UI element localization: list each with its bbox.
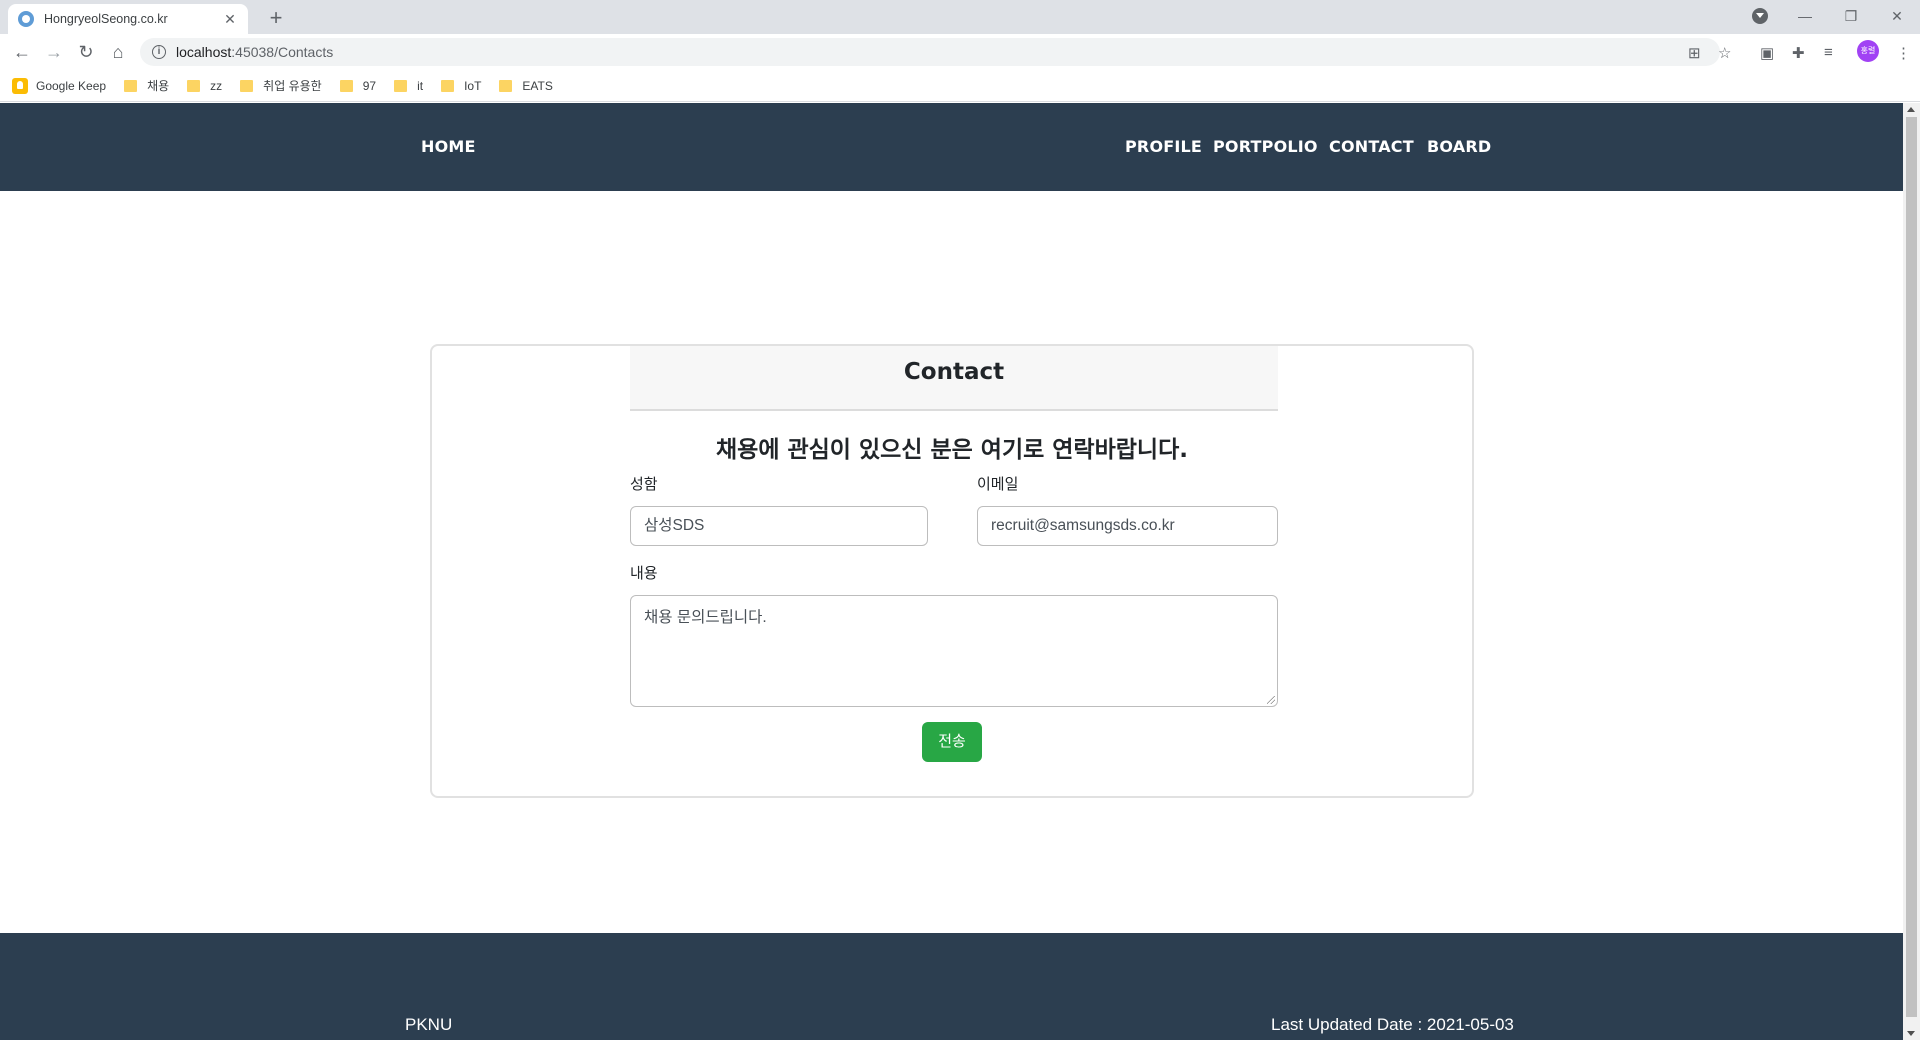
contact-card: Contact 채용에 관심이 있으신 분은 여기로 연락바랍니다. 성함 삼성… [430,344,1474,798]
site-footer: PKNU Last Updated Date : 2021-05-03 [0,933,1903,1040]
bookmark-label: 취업 유용한 [263,79,322,93]
close-tab-icon[interactable]: ✕ [222,11,238,28]
bookmark-folder[interactable]: 채용 [124,77,169,94]
bookmark-label: 채용 [147,79,170,93]
url-text: localhost:45038/Contacts [176,44,333,60]
restore-icon[interactable]: ❐ [1828,0,1874,32]
url-host: localhost [176,44,232,60]
minimize-icon[interactable]: — [1782,0,1828,32]
menu-dots-icon[interactable]: ⋮ [1896,44,1911,62]
bookmark-label: IoT [464,78,482,93]
extension-off-icon[interactable]: ▣ [1760,44,1774,62]
bookmark-star-icon[interactable]: ☆ [1718,44,1731,62]
bookmark-label: it [417,78,424,93]
info-icon[interactable]: i [152,45,166,59]
bookmark-label: 97 [362,78,377,93]
nav-portfolio-link[interactable]: PORTPOLIO [1213,137,1318,156]
translate-icon[interactable]: ⊞ [1688,44,1701,62]
reload-icon[interactable]: ↻ [72,38,100,66]
bookmark-google-keep[interactable]: Google Keep [12,77,107,94]
footer-updated-date: Last Updated Date : 2021-05-03 [1271,1015,1514,1034]
reading-list-icon[interactable]: ≡ [1824,44,1833,61]
footer-left-text: PKNU [405,1015,453,1034]
bookmark-label: zz [210,78,223,93]
nav-home-link[interactable]: HOME [421,137,476,156]
globe-icon [18,11,34,27]
nav-board-link[interactable]: BOARD [1427,137,1491,156]
google-keep-icon [12,77,28,94]
avatar[interactable]: 홍렬 [1857,40,1879,62]
folder-icon [240,79,254,92]
contact-title: Contact [903,359,1005,385]
submit-button[interactable]: 전송 [922,722,982,762]
nav-profile-link[interactable]: PROFILE [1125,137,1202,156]
email-field[interactable]: recruit@samsungsds.co.kr [977,506,1278,546]
browser-tab[interactable]: HongryeolSeong.co.kr ✕ [8,4,248,34]
back-icon[interactable]: ← [8,38,36,66]
site-navbar: HOME PROFILE PORTPOLIO CONTACT BOARD [0,103,1903,191]
url-path: :45038/Contacts [231,44,334,60]
browser-tabstrip: HongryeolSeong.co.kr ✕ + — ❐ ✕ [0,0,1920,34]
bookmark-folder[interactable]: zz [187,79,222,93]
name-label: 성함 [630,476,658,493]
folder-icon [187,79,201,92]
bookmark-folder[interactable]: EATS [499,78,553,93]
content-textarea[interactable]: 채용 문의드립니다. [630,595,1278,707]
bookmarks-bar: Google Keep 채용 zz 취업 유용한 97 it IoT EATS [0,70,1920,102]
tab-search-icon[interactable] [1752,8,1768,24]
bookmark-folder[interactable]: IoT [441,79,481,93]
bookmark-folder[interactable]: 취업 유용한 [240,77,322,94]
contact-subtitle: 채용에 관심이 있으신 분은 여기로 연락바랍니다. [716,437,1188,463]
folder-icon [339,79,353,92]
tab-title: HongryeolSeong.co.kr [44,12,168,26]
extensions-puzzle-icon[interactable]: ✚ [1792,44,1805,62]
content-text: 채용 문의드립니다. [644,609,767,626]
name-field[interactable]: 삼성SDS [630,506,928,546]
browser-toolbar: ← → ↻ ⌂ i localhost:45038/Contacts ⊞ ☆ ▣… [0,34,1920,70]
scroll-down-arrow-icon[interactable] [1907,1031,1915,1036]
folder-icon [394,79,408,92]
address-bar[interactable]: i localhost:45038/Contacts ⊞ ☆ [140,38,1731,66]
bookmark-label: Google Keep [36,78,107,93]
nav-contact-link[interactable]: CONTACT [1329,137,1414,156]
folder-icon [441,79,455,92]
page-viewport: HOME PROFILE PORTPOLIO CONTACT BOARD Con… [0,103,1903,1040]
bookmark-folder[interactable]: 97 [339,78,377,93]
resize-handle-icon[interactable] [1267,696,1275,704]
forward-icon[interactable]: → [40,38,68,66]
scrollbar-thumb[interactable] [1906,117,1917,1017]
scroll-up-arrow-icon[interactable] [1907,107,1915,112]
folder-icon [499,79,513,92]
email-label: 이메일 [977,476,1019,493]
page-scrollbar[interactable] [1903,103,1920,1040]
window-close-icon[interactable]: ✕ [1874,0,1920,32]
card-header: Contact [630,346,1278,411]
bookmark-folder[interactable]: it [394,79,423,93]
home-icon[interactable]: ⌂ [104,38,132,66]
bookmark-label: EATS [522,78,553,93]
new-tab-button[interactable]: + [262,4,290,32]
folder-icon [124,79,138,92]
content-label: 내용 [630,565,658,582]
